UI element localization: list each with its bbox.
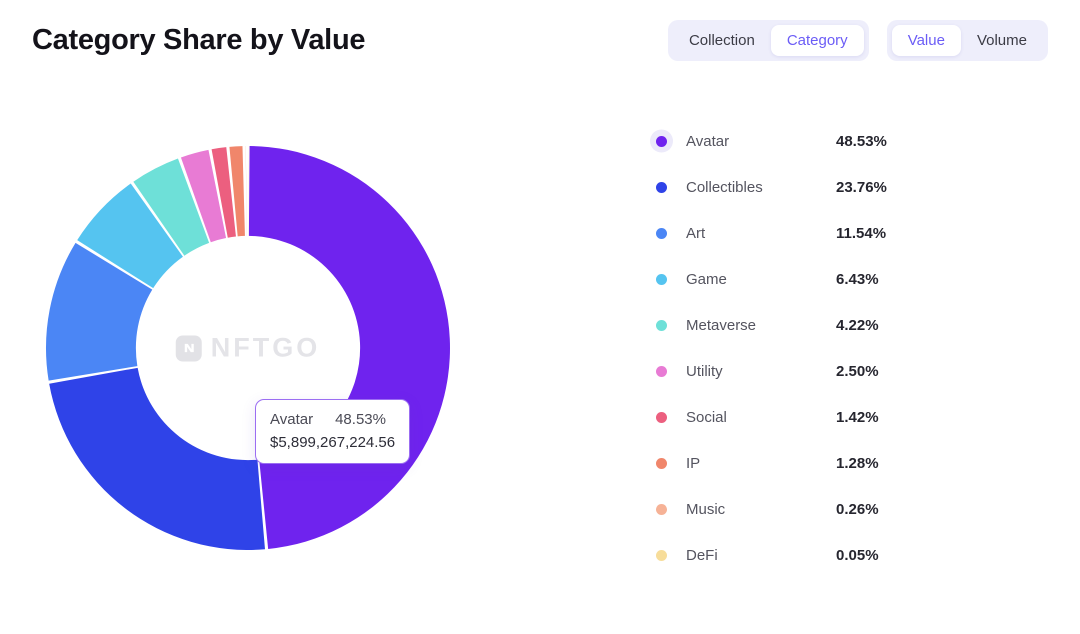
legend-color-swatch	[656, 135, 686, 147]
legend-item-label: Utility	[686, 362, 723, 380]
legend-color-swatch	[656, 503, 686, 515]
legend-item-percent: 6.43%	[836, 270, 879, 288]
legend-dot-icon	[656, 319, 667, 331]
legend-color-swatch	[656, 273, 686, 285]
legend-color-swatch	[656, 319, 686, 331]
donut-chart[interactable]: NFTGO	[28, 128, 468, 568]
legend-item-label: Art	[686, 224, 706, 242]
legend-item-percent: 11.54%	[836, 224, 887, 242]
legend-item[interactable]: Collectibles 23.76%	[656, 164, 1046, 210]
legend-item-percent: 1.28%	[836, 454, 879, 472]
legend-color-swatch	[656, 411, 686, 423]
legend-item-label: DeFi	[686, 546, 718, 564]
legend-item-percent: 1.42%	[836, 408, 879, 426]
legend-color-swatch	[656, 549, 686, 561]
tooltip-category: Avatar	[270, 411, 314, 428]
legend-dot-icon	[656, 549, 667, 561]
scope-toggle-group[interactable]: Collection Category	[667, 20, 869, 61]
chart-controls: Collection Category Value Volume	[667, 20, 1048, 61]
tooltip-value: $5,899,267,224.56	[270, 434, 396, 451]
page-title: Category Share by Value	[32, 24, 366, 56]
tooltip-header: Avatar 48.53%	[270, 411, 395, 428]
donut-svg	[46, 146, 450, 550]
legend-item-percent: 0.05%	[836, 546, 879, 564]
legend-item[interactable]: Avatar 48.53%	[656, 118, 1046, 164]
legend-item[interactable]: Social 1.42%	[656, 394, 1046, 440]
legend-dot-icon	[656, 503, 667, 515]
toggle-collection[interactable]: Collection	[673, 25, 771, 56]
donut-slice-music[interactable]	[245, 146, 247, 236]
donut-chart-area: NFTGO Avatar 48.53% $5,899,267,224.56	[0, 110, 620, 580]
legend-color-swatch	[656, 227, 686, 239]
legend-dot-icon	[656, 273, 667, 285]
chart-legend: Avatar 48.53% Collectibles 23.76% Art 11.54% G…	[656, 118, 1046, 578]
legend-item[interactable]: Metaverse 4.22%	[656, 302, 1046, 348]
tooltip-percent: 48.53%	[335, 411, 386, 428]
toggle-value[interactable]: Value	[891, 25, 961, 56]
metric-toggle-group[interactable]: Value Volume	[886, 20, 1048, 61]
legend-color-swatch	[656, 365, 686, 377]
toggle-category[interactable]: Category	[770, 25, 864, 56]
legend-dot-icon	[656, 227, 667, 239]
legend-dot-icon	[656, 457, 667, 469]
legend-item-percent: 2.50%	[836, 362, 879, 380]
legend-item-label: Game	[686, 270, 727, 288]
donut-slice-collectibles[interactable]	[49, 367, 265, 550]
category-share-chart-panel: Category Share by Value Collection Catego…	[0, 0, 1080, 634]
legend-item-percent: 23.76%	[836, 178, 887, 196]
legend-item-label: Music	[686, 500, 726, 518]
legend-item-label: IP	[686, 454, 701, 472]
legend-item-label: Social	[686, 408, 727, 426]
legend-item-label: Avatar	[686, 132, 730, 150]
donut-slice-avatar[interactable]	[248, 146, 450, 549]
legend-item-label: Collectibles	[686, 178, 763, 196]
legend-dot-icon	[656, 181, 667, 193]
legend-color-swatch	[656, 457, 686, 469]
legend-item[interactable]: Art 11.54%	[656, 210, 1046, 256]
legend-item-percent: 0.26%	[836, 500, 879, 518]
legend-color-swatch	[656, 181, 686, 193]
legend-item[interactable]: Utility 2.50%	[656, 348, 1046, 394]
legend-dot-icon	[656, 135, 667, 147]
chart-tooltip: Avatar 48.53% $5,899,267,224.56	[255, 399, 411, 464]
legend-dot-icon	[656, 365, 667, 377]
legend-item-label: Metaverse	[686, 316, 757, 334]
legend-item-percent: 4.22%	[836, 316, 879, 334]
legend-dot-icon	[656, 411, 667, 423]
legend-item[interactable]: Music 0.26%	[656, 486, 1046, 532]
legend-item[interactable]: Game 6.43%	[656, 256, 1046, 302]
legend-item[interactable]: IP 1.28%	[656, 440, 1046, 486]
legend-item-percent: 48.53%	[836, 132, 887, 150]
legend-item[interactable]: DeFi 0.05%	[656, 532, 1046, 578]
toggle-volume[interactable]: Volume	[961, 25, 1043, 56]
